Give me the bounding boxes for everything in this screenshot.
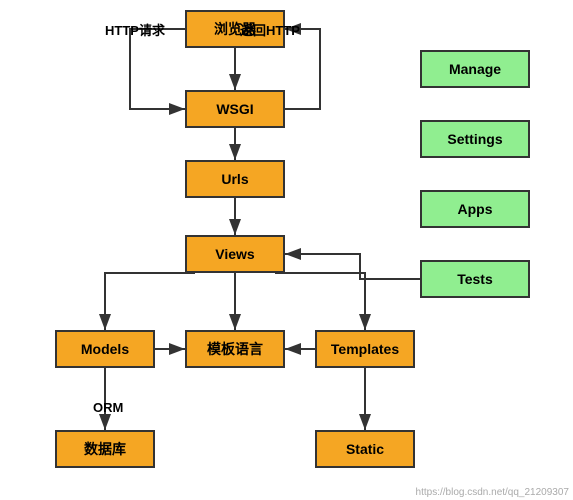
diagram-container: 浏览器 WSGI Urls Views Models 模板语言 Template… [0, 0, 573, 500]
orm-label: ORM [93, 400, 123, 415]
models-box: Models [55, 330, 155, 368]
views-box: Views [185, 235, 285, 273]
return-http-label: 返回HTTP [240, 20, 300, 39]
wsgi-box: WSGI [185, 90, 285, 128]
template-lang-box: 模板语言 [185, 330, 285, 368]
manage-box[interactable]: Manage [420, 50, 530, 88]
watermark: https://blog.csdn.net/qq_21209307 [416, 487, 569, 498]
http-request-label: HTTP请求 [105, 20, 165, 39]
apps-box[interactable]: Apps [420, 190, 530, 228]
urls-box: Urls [185, 160, 285, 198]
static-box: Static [315, 430, 415, 468]
tests-box[interactable]: Tests [420, 260, 530, 298]
settings-box[interactable]: Settings [420, 120, 530, 158]
database-box: 数据库 [55, 430, 155, 468]
templates-box: Templates [315, 330, 415, 368]
